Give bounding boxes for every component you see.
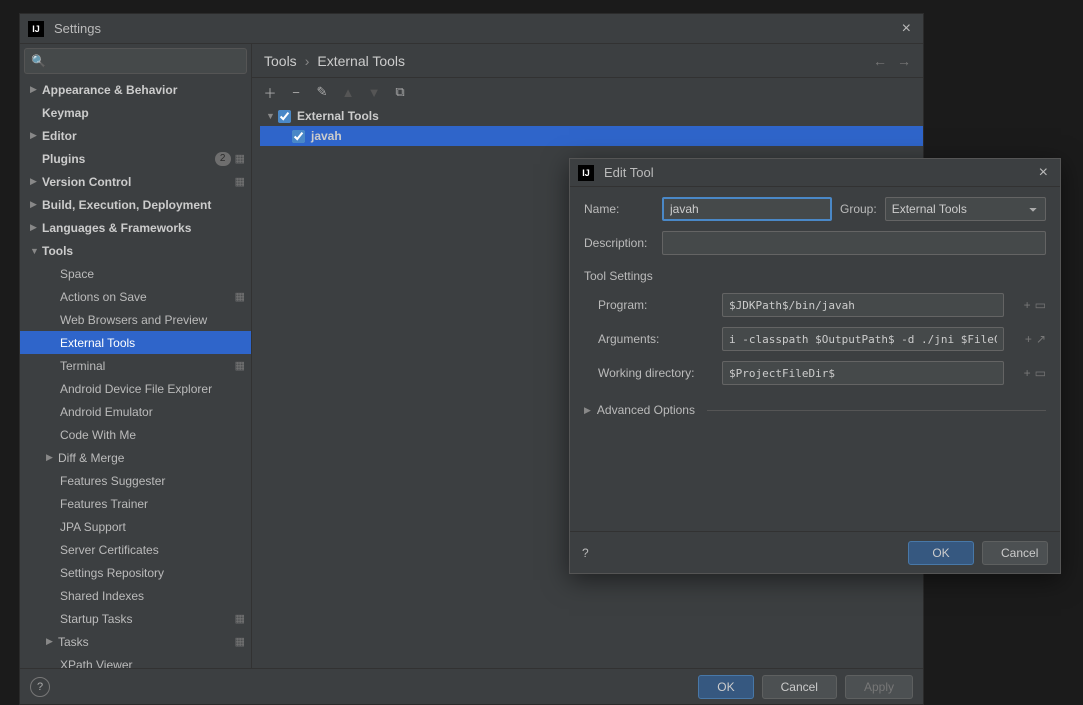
description-label: Description: — [584, 236, 654, 250]
app-icon: IJ — [578, 165, 594, 181]
tools-toolbar: ＋ − ✎ ▲ ▼ ⧉ — [252, 78, 923, 106]
breadcrumb-root[interactable]: Tools — [264, 53, 297, 69]
settings-tree[interactable]: ▶Appearance & Behavior Keymap ▶Editor Pl… — [20, 78, 251, 674]
copy-button[interactable]: ⧉ — [390, 82, 410, 102]
tool-item-row[interactable]: javah — [260, 126, 923, 146]
tree-web-browsers[interactable]: Web Browsers and Preview — [20, 308, 251, 331]
tree-tasks[interactable]: ▶Tasks▦ — [20, 630, 251, 653]
add-button[interactable]: ＋ — [260, 82, 280, 102]
expand-icon[interactable]: ↗ — [1036, 332, 1046, 346]
group-checkbox[interactable] — [278, 110, 291, 123]
tree-startup-tasks[interactable]: Startup Tasks▦ — [20, 607, 251, 630]
insert-macro-icon[interactable]: + — [1025, 332, 1032, 346]
dialog-footer: ? OK Cancel — [570, 531, 1060, 573]
tree-build[interactable]: ▶Build, Execution, Deployment — [20, 193, 251, 216]
name-field[interactable] — [662, 197, 832, 221]
search-input[interactable] — [50, 54, 240, 69]
group-select[interactable]: External Tools — [885, 197, 1046, 221]
down-button[interactable]: ▼ — [364, 82, 384, 102]
advanced-options-toggle[interactable]: ▶ Advanced Options — [584, 403, 1046, 417]
breadcrumb: Tools › External Tools ← → — [252, 44, 923, 78]
tree-plugins[interactable]: Plugins2▦ — [20, 147, 251, 170]
help-icon[interactable]: ? — [30, 677, 50, 697]
dialog-title: Edit Tool — [604, 165, 654, 180]
chevron-right-icon: › — [305, 53, 310, 69]
gear-icon: ▦ — [235, 152, 245, 165]
tree-diff-merge[interactable]: ▶Diff & Merge — [20, 446, 251, 469]
tool-settings-header: Tool Settings — [584, 269, 1046, 283]
tree-languages[interactable]: ▶Languages & Frameworks — [20, 216, 251, 239]
apply-button[interactable]: Apply — [845, 675, 913, 699]
tree-jpa-support[interactable]: JPA Support — [20, 515, 251, 538]
program-field[interactable] — [722, 293, 1004, 317]
description-field[interactable] — [662, 231, 1046, 255]
settings-sidebar: 🔍 ▶Appearance & Behavior Keymap ▶Editor … — [20, 44, 252, 674]
program-label: Program: — [598, 298, 714, 312]
tree-version-control[interactable]: ▶Version Control▦ — [20, 170, 251, 193]
group-label: Group: — [840, 202, 877, 216]
item-checkbox[interactable] — [292, 130, 305, 143]
app-icon: IJ — [28, 21, 44, 37]
search-box[interactable]: 🔍 — [24, 48, 247, 74]
tree-tools[interactable]: ▼Tools — [20, 239, 251, 262]
gear-icon: ▦ — [235, 612, 245, 625]
help-icon[interactable]: ? — [582, 546, 589, 560]
insert-macro-icon[interactable]: + — [1024, 298, 1031, 312]
tree-actions-on-save[interactable]: Actions on Save▦ — [20, 285, 251, 308]
browse-icon[interactable]: ▭ — [1035, 298, 1046, 312]
plugins-badge: 2 — [215, 152, 231, 166]
tree-terminal[interactable]: Terminal▦ — [20, 354, 251, 377]
forward-icon[interactable]: → — [897, 53, 911, 69]
close-icon[interactable]: × — [1035, 160, 1052, 186]
edit-tool-dialog: IJ Edit Tool × Name: Group: External Too… — [569, 158, 1061, 574]
browse-icon[interactable]: ▭ — [1035, 366, 1046, 380]
up-button[interactable]: ▲ — [338, 82, 358, 102]
gear-icon: ▦ — [235, 175, 245, 188]
tree-features-trainer[interactable]: Features Trainer — [20, 492, 251, 515]
workdir-field[interactable] — [722, 361, 1004, 385]
gear-icon: ▦ — [235, 290, 245, 303]
tree-android-emulator[interactable]: Android Emulator — [20, 400, 251, 423]
tree-server-certificates[interactable]: Server Certificates — [20, 538, 251, 561]
arguments-label: Arguments: — [598, 332, 714, 346]
tool-group-row[interactable]: ▼ External Tools — [260, 106, 923, 126]
tree-editor[interactable]: ▶Editor — [20, 124, 251, 147]
dialog-titlebar: IJ Edit Tool × — [570, 159, 1060, 187]
tree-shared-indexes[interactable]: Shared Indexes — [20, 584, 251, 607]
tree-adb-file-explorer[interactable]: Android Device File Explorer — [20, 377, 251, 400]
chevron-right-icon: ▶ — [584, 405, 591, 416]
arguments-field[interactable] — [722, 327, 1004, 351]
tool-item-label: javah — [311, 129, 342, 143]
back-icon[interactable]: ← — [873, 53, 887, 69]
ok-button[interactable]: OK — [908, 541, 974, 565]
tree-settings-repository[interactable]: Settings Repository — [20, 561, 251, 584]
edit-button[interactable]: ✎ — [312, 82, 332, 102]
gear-icon: ▦ — [235, 359, 245, 372]
settings-title: Settings — [54, 21, 101, 36]
tool-group-label: External Tools — [297, 109, 379, 123]
tree-code-with-me[interactable]: Code With Me — [20, 423, 251, 446]
tree-features-suggester[interactable]: Features Suggester — [20, 469, 251, 492]
breadcrumb-current: External Tools — [317, 53, 405, 69]
ok-button[interactable]: OK — [698, 675, 753, 699]
external-tools-tree[interactable]: ▼ External Tools javah — [252, 106, 923, 146]
tree-space[interactable]: Space — [20, 262, 251, 285]
gear-icon: ▦ — [235, 635, 245, 648]
tree-keymap[interactable]: Keymap — [20, 101, 251, 124]
name-label: Name: — [584, 202, 654, 216]
workdir-label: Working directory: — [598, 366, 714, 380]
remove-button[interactable]: − — [286, 82, 306, 102]
advanced-options-label: Advanced Options — [597, 403, 695, 417]
insert-macro-icon[interactable]: + — [1024, 366, 1031, 380]
search-icon: 🔍 — [31, 54, 46, 68]
cancel-button[interactable]: Cancel — [982, 541, 1048, 565]
tree-appearance[interactable]: ▶Appearance & Behavior — [20, 78, 251, 101]
cancel-button[interactable]: Cancel — [762, 675, 837, 699]
settings-titlebar: IJ Settings × — [20, 14, 923, 44]
tree-external-tools[interactable]: External Tools — [20, 331, 251, 354]
settings-footer: ? OK Cancel Apply — [20, 668, 923, 704]
close-icon[interactable]: × — [898, 16, 915, 42]
